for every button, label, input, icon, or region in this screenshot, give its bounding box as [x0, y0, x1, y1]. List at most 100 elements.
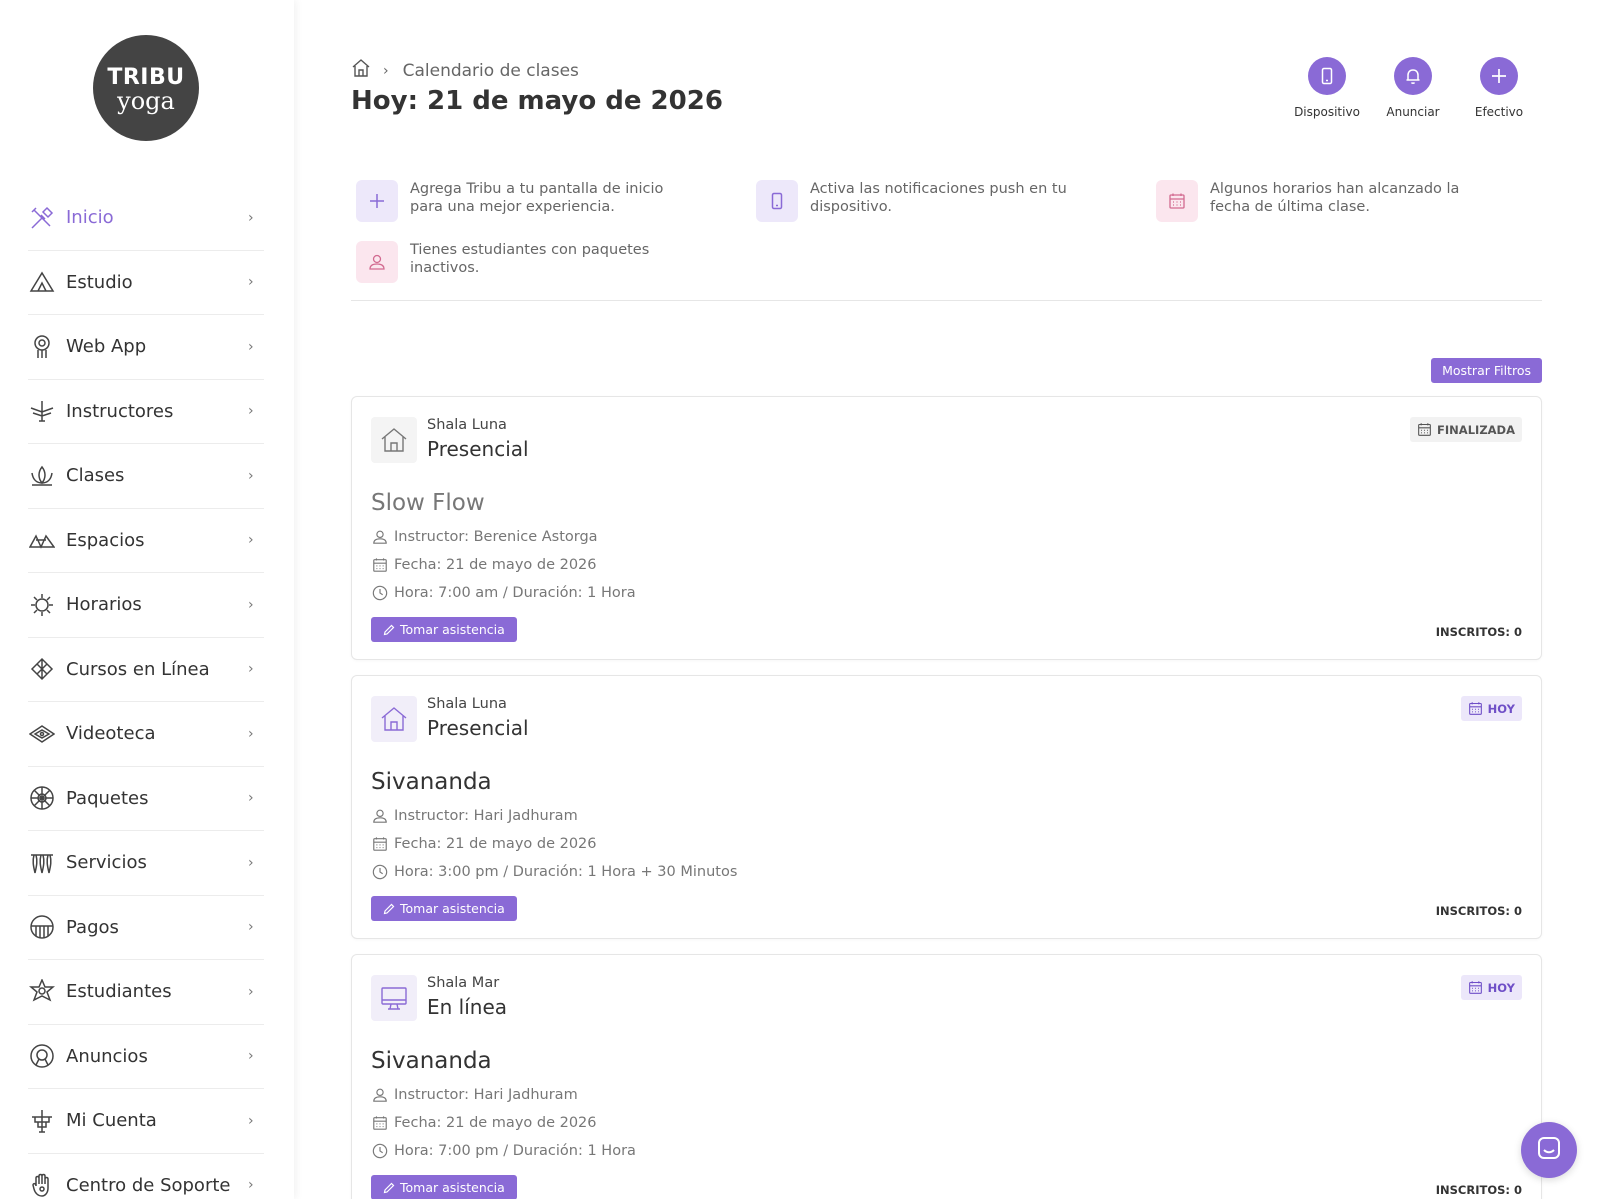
class-instructor: Instructor: Hari Jadhuram — [371, 1086, 578, 1103]
notice-text: Activa las notificaciones push en tu dis… — [810, 181, 1067, 215]
sidebar-item-instructores[interactable]: Instructores › — [28, 380, 264, 444]
notice-text: Agrega Tribu a tu pantalla de inicio par… — [410, 181, 664, 215]
mandala-icon — [28, 784, 56, 812]
calendar-icon — [1468, 701, 1483, 716]
sidebar-item-label: Paquetes — [66, 787, 149, 809]
chevron-right-icon: › — [248, 661, 254, 678]
class-date-text: Fecha: 21 de mayo de 2026 — [394, 835, 597, 852]
class-name: Sivananda — [371, 1048, 492, 1074]
sidebar-item-estudio[interactable]: Estudio › — [28, 251, 264, 315]
user-icon — [371, 807, 388, 824]
chat-launcher-button[interactable] — [1521, 1122, 1577, 1178]
sidebar-item-inicio[interactable]: Inicio › — [28, 186, 264, 251]
enrolled-count: INSCRITOS: 0 — [1435, 1183, 1522, 1197]
chevron-right-icon: › — [248, 467, 254, 484]
chevron-right-icon: › — [248, 209, 254, 226]
sidebar-item-label: Web App — [66, 336, 147, 358]
chevron-right-icon: › — [248, 1048, 254, 1065]
status-badge: FINALIZADA — [1410, 417, 1522, 442]
diamond-eye-icon — [28, 720, 56, 748]
calendar-icon — [371, 556, 388, 573]
sidebar-item-centro-de-soporte[interactable]: Centro de Soporte › — [28, 1154, 264, 1199]
sidebar-item-label: Pagos — [66, 916, 119, 938]
status-badge-label: HOY — [1487, 701, 1515, 716]
sparkle-tools-icon — [28, 204, 56, 232]
class-modality: Presencial — [427, 437, 529, 461]
sidebar-item-espacios[interactable]: Espacios › — [28, 509, 264, 573]
sidebar-item-paquetes[interactable]: Paquetes › — [28, 767, 264, 831]
tent-icon — [28, 268, 56, 296]
star-person-icon — [28, 978, 56, 1006]
class-instructor-text: Instructor: Hari Jadhuram — [394, 1086, 578, 1103]
notices-panel: Agrega Tribu a tu pantalla de inicio par… — [356, 180, 1542, 300]
sidebar-item-cursos-en-linea[interactable]: Cursos en Línea › — [28, 638, 264, 702]
eagle-icon — [28, 397, 56, 425]
breadcrumb-current: Calendario de clases — [402, 60, 579, 81]
sidebar-item-estudiantes[interactable]: Estudiantes › — [28, 960, 264, 1025]
sidebar-item-clases[interactable]: Clases › — [28, 444, 264, 509]
show-filters-button[interactable]: Mostrar Filtros — [1431, 358, 1542, 383]
chevron-right-icon: › — [248, 919, 254, 936]
tribu-yoga-logo[interactable]: TRIBU yoga — [93, 35, 199, 141]
sidebar-item-label: Anuncios — [66, 1045, 148, 1067]
chevron-right-icon: › — [248, 532, 254, 549]
sidebar-item-web-app[interactable]: Web App › — [28, 315, 264, 380]
chevron-right-icon: › — [248, 596, 254, 613]
hamsa-icon — [28, 1171, 56, 1199]
sidebar-item-servicios[interactable]: Servicios › — [28, 831, 264, 896]
notice-home-screen[interactable]: Agrega Tribu a tu pantalla de inicio par… — [356, 180, 686, 222]
notice-inactive-packages[interactable]: Tienes estudiantes con paquetes inactivo… — [356, 241, 686, 283]
chevron-right-icon: › — [248, 854, 254, 871]
class-card[interactable]: Shala Mar En línea HOY Sivananda Instruc… — [351, 954, 1542, 1199]
class-modality: En línea — [427, 995, 508, 1019]
sidebar-item-pagos[interactable]: Pagos › — [28, 896, 264, 960]
efectivo-button[interactable]: Efectivo — [1456, 57, 1542, 119]
take-attendance-button[interactable]: Tomar asistencia — [371, 617, 517, 642]
status-badge-label: FINALIZADA — [1437, 422, 1515, 437]
page-title: Hoy: 21 de mayo de 2026 — [351, 86, 723, 116]
chevron-right-icon: › — [248, 725, 254, 742]
take-attendance-button[interactable]: Tomar asistencia — [371, 1175, 517, 1199]
notice-schedules[interactable]: Algunos horarios han alcanzado la fecha … — [1156, 180, 1486, 222]
phone-icon — [756, 180, 798, 222]
class-date-text: Fecha: 21 de mayo de 2026 — [394, 556, 597, 573]
class-date: Fecha: 21 de mayo de 2026 — [371, 835, 597, 852]
dispositivo-button[interactable]: Dispositivo — [1284, 57, 1370, 119]
sidebar-nav: Inicio › Estudio › Web App › Instructore… — [28, 186, 264, 1199]
sidebar-item-videoteca[interactable]: Videoteca › — [28, 702, 264, 767]
action-label: Anunciar — [1386, 105, 1440, 119]
anunciar-button[interactable]: Anunciar — [1370, 57, 1456, 119]
status-badge-label: HOY — [1487, 980, 1515, 995]
class-card[interactable]: Shala Luna Presencial HOY Sivananda Inst… — [351, 675, 1542, 939]
status-badge: HOY — [1460, 696, 1522, 721]
user-icon — [356, 241, 398, 283]
chevron-right-icon: › — [383, 62, 389, 79]
monitor-icon — [371, 975, 417, 1021]
class-instructor: Instructor: Berenice Astorga — [371, 528, 598, 545]
bell-icon — [1394, 57, 1432, 95]
sidebar-item-label: Clases — [66, 465, 125, 487]
sidebar-item-anuncios[interactable]: Anuncios › — [28, 1025, 264, 1089]
sidebar-item-horarios[interactable]: Horarios › — [28, 573, 264, 638]
status-badge: HOY — [1460, 975, 1522, 1000]
home-icon[interactable] — [351, 58, 371, 83]
take-attendance-label: Tomar asistencia — [400, 901, 505, 916]
class-instructor: Instructor: Hari Jadhuram — [371, 807, 578, 824]
class-time: Hora: 3:00 pm / Duración: 1 Hora + 30 Mi… — [371, 863, 737, 880]
class-time-text: Hora: 7:00 pm / Duración: 1 Hora — [394, 1142, 636, 1159]
sidebar-item-mi-cuenta[interactable]: Mi Cuenta › — [28, 1089, 264, 1154]
totem-icon — [28, 1107, 56, 1135]
sidebar-item-label: Cursos en Línea — [66, 658, 210, 680]
notice-push[interactable]: Activa las notificaciones push en tu dis… — [756, 180, 1086, 222]
clock-icon — [371, 863, 388, 880]
feathers-icon — [28, 849, 56, 877]
logo-line-2: yoga — [117, 87, 175, 115]
class-date-text: Fecha: 21 de mayo de 2026 — [394, 1114, 597, 1131]
class-name: Slow Flow — [371, 490, 485, 516]
take-attendance-button[interactable]: Tomar asistencia — [371, 896, 517, 921]
class-card[interactable]: Shala Luna Presencial FINALIZADA Slow Fl… — [351, 396, 1542, 660]
sidebar-item-label: Espacios — [66, 529, 145, 551]
mountains-icon — [28, 526, 56, 554]
class-instructor-text: Instructor: Hari Jadhuram — [394, 807, 578, 824]
pencil-icon — [383, 1182, 395, 1194]
